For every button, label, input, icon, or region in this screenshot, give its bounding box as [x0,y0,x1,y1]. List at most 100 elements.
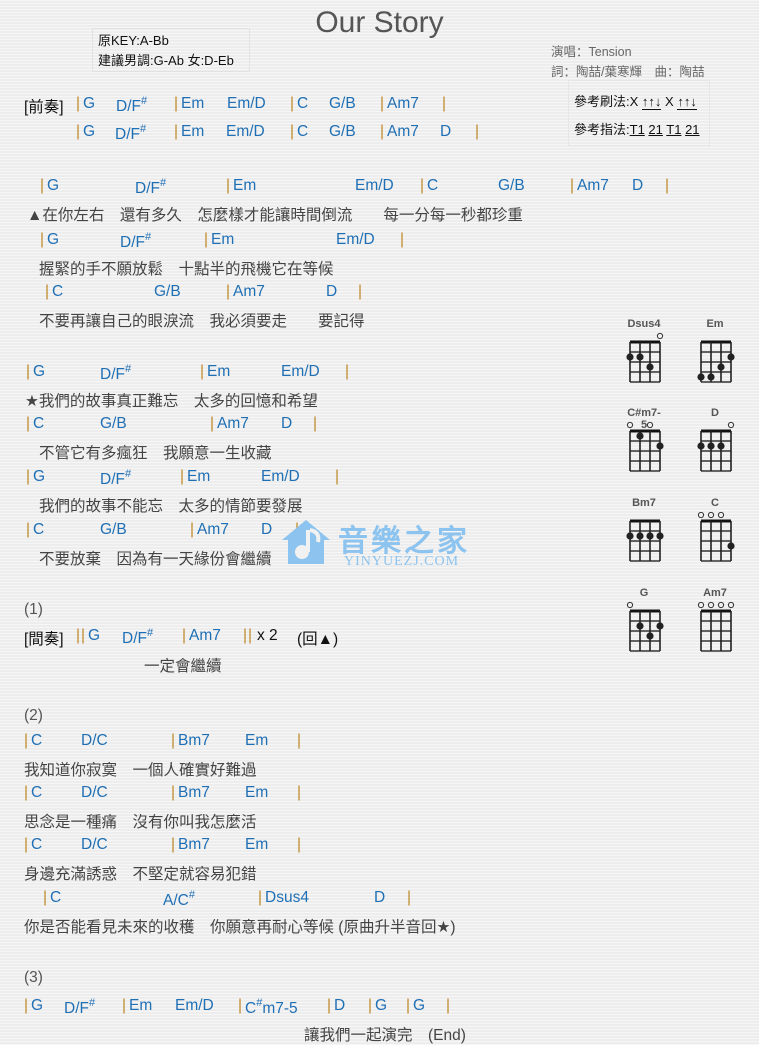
chorus-lyric-3: 我們的故事不能忘 太多的情節要發展 [39,498,303,515]
verse-lyric-3: 不要再讓自己的眼淚流 我必須要走 要記得 [39,313,365,330]
chord-name: G/B [154,283,181,300]
bar-line: | [345,363,350,380]
chord-name: G [31,997,44,1014]
key-info-box: 原KEY:A-Bb 建議男調:G-Ab 女:D-Eb [92,28,250,72]
section2-lyric-1: 我知道你寂寞 一個人確實好難過 [24,762,257,779]
bar-line: | [122,997,127,1014]
bar-line: | [210,415,215,432]
verse-chord-line-1: | G D/F# | Em Em/D | C G/B | Am7 D | [0,177,700,199]
chord-name: D [374,889,386,906]
chord-name: Em [181,123,205,140]
finger-dot [656,622,664,630]
chord-name: Bm7 [178,732,210,749]
finger-dot [697,442,705,450]
reference-pattern-box: 參考刷法:X ↑↑↓ X ↑↑↓ 參考指法:T1 21 T1 21 [568,80,710,146]
bar-line: | [380,123,385,140]
chord-name: C [52,283,64,300]
watermark-en: YINYUEZJ.COM [344,554,460,569]
bar-line: | [190,521,195,538]
finger-dot [646,363,654,371]
chord-name: G/B [329,123,356,140]
chord-name: Am7 [189,627,221,644]
chord-name: G [413,997,426,1014]
bar-line: | [24,836,29,853]
writers: 詞：陶喆/葉寒輝 曲：陶喆 [551,65,705,79]
finger-dot [656,532,664,540]
section2-chord-line-2: | C D/C | Bm7 Em | [0,784,500,806]
bar-line: | [26,363,31,380]
bar-line: | [26,415,31,432]
credits: 演唱：Tension 詞：陶喆/葉寒輝 曲：陶喆 [551,42,704,82]
chord-name: Em [245,836,269,853]
finger-dot [727,353,735,361]
chord-name: G [33,363,46,380]
bar-line: | [400,231,405,248]
bar-line: | [226,177,231,194]
bar-line: | [180,468,185,485]
chord-name: D [326,283,338,300]
bar-line: | [171,784,176,801]
chord-name: G/B [498,177,525,194]
bar-line: | [174,123,179,140]
bar-line: | [81,627,86,644]
bar-line: | [248,627,253,644]
chord-name: G [47,177,60,194]
chord-name: Am7 [387,123,419,140]
section2-chord-line-3: | C D/C | Bm7 Em | [0,836,500,858]
verse-chord-line-2: | G D/F# | Em Em/D | [0,231,500,253]
chord-name: D [281,415,293,432]
open-string-marker [697,601,705,609]
chord-name: Am7 [387,95,419,112]
finger-dot [697,373,705,381]
open-string-marker [717,601,725,609]
singer: 演唱：Tension [551,45,632,59]
chord-name: G [83,123,96,140]
bar-line: | [26,521,31,538]
bar-line: | [407,889,412,906]
finger-dot [656,442,664,450]
finger-dot [636,532,644,540]
chord-name: Bm7 [178,784,210,801]
chord-name: Em [181,95,205,112]
fretboard-icon [626,601,664,652]
chord-name: Bm7 [178,836,210,853]
fretboard-icon [626,332,664,383]
chord-name: D/F# [100,363,132,383]
section2-chord-line-4: | C A/C# | Dsus4 D | [0,889,500,911]
chord-name: Em [207,363,231,380]
chord-name: C [33,521,45,538]
chord-name: D/F# [100,468,132,488]
bar-line: | [327,997,332,1014]
bar-line: | [24,784,29,801]
chord-name: C [427,177,439,194]
chord-name: G/B [100,415,127,432]
section2-chord-line-1: | C D/C | Bm7 Em | [0,732,500,754]
fretboard-icon [697,601,735,652]
finger-dot [636,622,644,630]
bar-line: | [380,95,385,112]
chord-name: G/B [100,521,127,538]
bar-line: | [297,784,302,801]
interlude-chord-line: | | G D/F# | Am7 | | [0,627,500,649]
bar-line: | [297,732,302,749]
chord-name: Em [233,177,257,194]
bar-line: | [76,627,81,644]
bar-line: | [335,468,340,485]
chord-name: D [334,997,346,1014]
chord-name: Em/D [175,997,214,1014]
bar-line: | [24,732,29,749]
bar-line: | [297,836,302,853]
return-note: (回▲) [297,631,339,648]
chord-name: G [88,627,101,644]
bar-line: | [226,283,231,300]
chord-name: D [440,123,452,140]
chord-name: D/C [81,784,108,801]
section-3-marker: (3) [24,969,43,986]
open-string-marker [717,511,725,519]
section2-lyric-4: 你是否能看見未來的收穫 你願意再耐心等候 (原曲升半音回★) [24,919,456,936]
fretboard-icon [697,511,735,562]
chord-name: Em [129,997,153,1014]
chord-name: Em/D [227,95,266,112]
bar-line: | [76,123,81,140]
finger-dot [646,632,654,640]
